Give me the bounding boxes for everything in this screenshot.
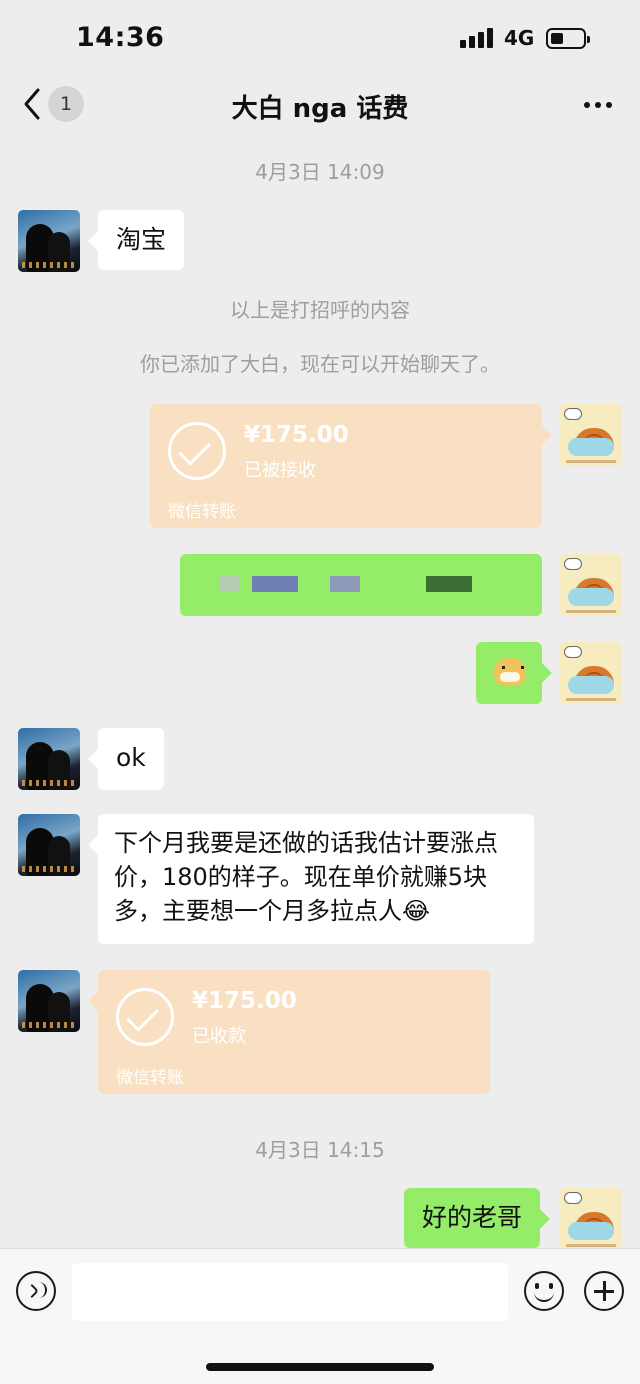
message-bubble[interactable]: ok	[98, 728, 164, 790]
avatar[interactable]	[18, 210, 80, 272]
system-message: 以上是打招呼的内容	[230, 298, 410, 322]
battery-icon	[546, 28, 590, 49]
transfer-card[interactable]: ¥175.00 已被接收 微信转账	[150, 404, 542, 528]
message-bubble[interactable]: 淘宝	[98, 210, 185, 270]
my-avatar[interactable]	[560, 554, 622, 616]
check-circle-icon	[116, 988, 174, 1046]
emoji-message[interactable]	[476, 642, 542, 704]
chat-title: 大白 nga 话费	[231, 94, 409, 124]
censored-message[interactable]	[180, 554, 542, 616]
transfer-card[interactable]: ¥175.00 已收款 微信转账	[98, 970, 490, 1094]
status-bar: 14:36 4G	[0, 0, 640, 76]
input-bar	[0, 1248, 640, 1384]
transfer-label: 微信转账	[168, 502, 236, 522]
avatar[interactable]	[18, 814, 80, 876]
more-actions-button[interactable]	[584, 1271, 624, 1311]
my-avatar[interactable]	[560, 404, 622, 466]
transfer-status: 已收款	[192, 1026, 246, 1047]
unread-badge: 1	[48, 86, 84, 122]
chevron-left-icon	[24, 88, 40, 120]
avatar[interactable]	[18, 728, 80, 790]
signal-icon	[460, 28, 494, 48]
my-avatar[interactable]	[560, 1188, 622, 1248]
voice-input-button[interactable]	[16, 1271, 56, 1311]
nav-bar: 1 大白 nga 话费	[0, 76, 640, 134]
doge-emoji-icon	[494, 658, 526, 686]
back-button[interactable]: 1	[18, 84, 88, 124]
emoji-button[interactable]	[524, 1271, 564, 1311]
more-icon	[584, 102, 590, 108]
status-time: 14:36	[76, 22, 165, 53]
transfer-label: 微信转账	[116, 1068, 184, 1088]
more-options-button[interactable]	[576, 86, 620, 122]
home-indicator	[206, 1363, 434, 1371]
avatar[interactable]	[18, 970, 80, 1032]
check-circle-icon	[168, 422, 226, 480]
network-label: 4G	[504, 26, 535, 50]
system-message: 你已添加了大白，现在可以开始聊天了。	[140, 352, 500, 376]
timestamp: 4月3日 14:09	[255, 160, 385, 184]
transfer-amount: ¥175.00	[244, 422, 349, 448]
my-avatar[interactable]	[560, 642, 622, 704]
message-input[interactable]	[72, 1263, 508, 1321]
chat-history[interactable]: 4月3日 14:09 淘宝 以上是打招呼的内容 你已添加了大白，现在可以开始聊天…	[0, 134, 640, 1248]
timestamp: 4月3日 14:15	[255, 1138, 385, 1162]
message-bubble[interactable]: 下个月我要是还做的话我估计要涨点价，180的样子。现在单价就赚5块多，主要想一个…	[98, 814, 534, 944]
transfer-amount: ¥175.00	[192, 988, 297, 1014]
transfer-status: 已被接收	[244, 460, 316, 481]
message-bubble[interactable]: 好的老哥	[404, 1188, 541, 1248]
